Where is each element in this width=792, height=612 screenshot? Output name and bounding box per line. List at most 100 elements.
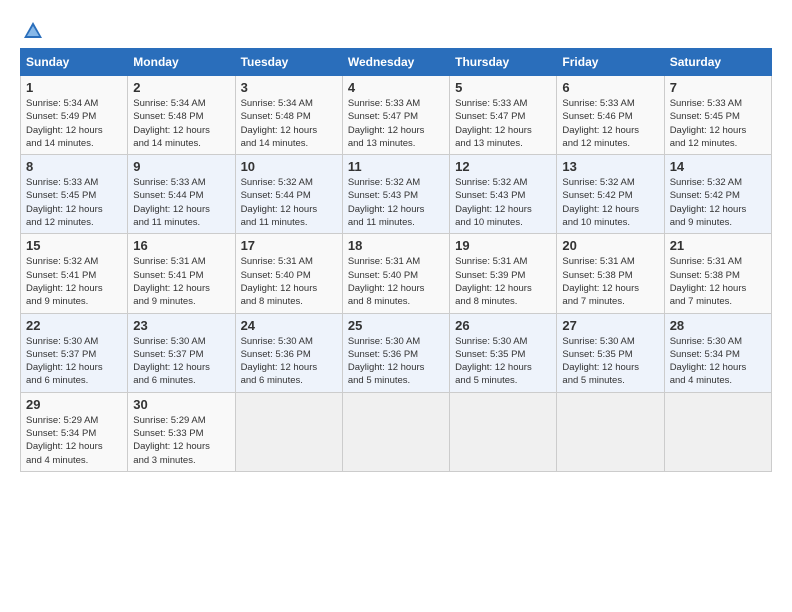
day-number: 6 xyxy=(562,80,658,95)
weekday-header-wednesday: Wednesday xyxy=(342,49,449,76)
day-number: 13 xyxy=(562,159,658,174)
day-number: 29 xyxy=(26,397,122,412)
day-info: Sunrise: 5:30 AMSunset: 5:36 PMDaylight:… xyxy=(241,335,337,388)
day-info: Sunrise: 5:33 AMSunset: 5:46 PMDaylight:… xyxy=(562,97,658,150)
calendar-cell: 9 Sunrise: 5:33 AMSunset: 5:44 PMDaylight… xyxy=(128,155,235,234)
day-number: 10 xyxy=(241,159,337,174)
calendar-cell: 28Sunrise: 5:30 AMSunset: 5:34 PMDayligh… xyxy=(664,313,771,392)
weekday-header-friday: Friday xyxy=(557,49,664,76)
day-info: Sunrise: 5:33 AMSunset: 5:45 PMDaylight:… xyxy=(26,176,122,229)
day-number: 5 xyxy=(455,80,551,95)
day-info: Sunrise: 5:33 AMSunset: 5:44 PMDaylight:… xyxy=(133,176,229,229)
calendar-cell: 2 Sunrise: 5:34 AMSunset: 5:48 PMDaylight… xyxy=(128,76,235,155)
day-number: 8 xyxy=(26,159,122,174)
day-info: Sunrise: 5:30 AMSunset: 5:37 PMDaylight:… xyxy=(133,335,229,388)
calendar-cell xyxy=(342,392,449,471)
weekday-row: SundayMondayTuesdayWednesdayThursdayFrid… xyxy=(21,49,772,76)
day-number: 1 xyxy=(26,80,122,95)
day-number: 22 xyxy=(26,318,122,333)
day-info: Sunrise: 5:33 AMSunset: 5:47 PMDaylight:… xyxy=(455,97,551,150)
day-number: 19 xyxy=(455,238,551,253)
day-number: 18 xyxy=(348,238,444,253)
day-info: Sunrise: 5:31 AMSunset: 5:38 PMDaylight:… xyxy=(670,255,766,308)
calendar-header: SundayMondayTuesdayWednesdayThursdayFrid… xyxy=(21,49,772,76)
calendar-cell: 23 Sunrise: 5:30 AMSunset: 5:37 PMDayligh… xyxy=(128,313,235,392)
day-number: 11 xyxy=(348,159,444,174)
calendar-cell: 25 Sunrise: 5:30 AMSunset: 5:36 PMDayligh… xyxy=(342,313,449,392)
weekday-header-sunday: Sunday xyxy=(21,49,128,76)
day-info: Sunrise: 5:30 AMSunset: 5:34 PMDaylight:… xyxy=(670,335,766,388)
day-info: Sunrise: 5:31 AMSunset: 5:38 PMDaylight:… xyxy=(562,255,658,308)
calendar-cell: 10 Sunrise: 5:32 AMSunset: 5:44 PMDayligh… xyxy=(235,155,342,234)
day-info: Sunrise: 5:34 AMSunset: 5:48 PMDaylight:… xyxy=(133,97,229,150)
day-number: 3 xyxy=(241,80,337,95)
calendar-cell: 29 Sunrise: 5:29 AMSunset: 5:34 PMDayligh… xyxy=(21,392,128,471)
day-info: Sunrise: 5:33 AMSunset: 5:45 PMDaylight:… xyxy=(670,97,766,150)
day-number: 27 xyxy=(562,318,658,333)
calendar-week-5: 29 Sunrise: 5:29 AMSunset: 5:34 PMDayligh… xyxy=(21,392,772,471)
day-number: 16 xyxy=(133,238,229,253)
day-info: Sunrise: 5:32 AMSunset: 5:42 PMDaylight:… xyxy=(562,176,658,229)
calendar-cell: 18 Sunrise: 5:31 AMSunset: 5:40 PMDayligh… xyxy=(342,234,449,313)
day-info: Sunrise: 5:31 AMSunset: 5:41 PMDaylight:… xyxy=(133,255,229,308)
day-info: Sunrise: 5:29 AMSunset: 5:34 PMDaylight:… xyxy=(26,414,122,467)
calendar-cell: 5 Sunrise: 5:33 AMSunset: 5:47 PMDaylight… xyxy=(450,76,557,155)
calendar-cell: 26 Sunrise: 5:30 AMSunset: 5:35 PMDayligh… xyxy=(450,313,557,392)
calendar-cell: 30Sunrise: 5:29 AMSunset: 5:33 PMDayligh… xyxy=(128,392,235,471)
logo-icon xyxy=(22,20,44,42)
day-info: Sunrise: 5:31 AMSunset: 5:39 PMDaylight:… xyxy=(455,255,551,308)
day-number: 21 xyxy=(670,238,766,253)
day-number: 12 xyxy=(455,159,551,174)
calendar-cell: 14Sunrise: 5:32 AMSunset: 5:42 PMDayligh… xyxy=(664,155,771,234)
calendar-cell: 17 Sunrise: 5:31 AMSunset: 5:40 PMDayligh… xyxy=(235,234,342,313)
day-number: 4 xyxy=(348,80,444,95)
day-info: Sunrise: 5:30 AMSunset: 5:35 PMDaylight:… xyxy=(562,335,658,388)
weekday-header-saturday: Saturday xyxy=(664,49,771,76)
calendar-table: SundayMondayTuesdayWednesdayThursdayFrid… xyxy=(20,48,772,472)
day-info: Sunrise: 5:32 AMSunset: 5:44 PMDaylight:… xyxy=(241,176,337,229)
day-info: Sunrise: 5:31 AMSunset: 5:40 PMDaylight:… xyxy=(241,255,337,308)
calendar-cell: 16 Sunrise: 5:31 AMSunset: 5:41 PMDayligh… xyxy=(128,234,235,313)
calendar-cell xyxy=(557,392,664,471)
day-info: Sunrise: 5:30 AMSunset: 5:35 PMDaylight:… xyxy=(455,335,551,388)
day-info: Sunrise: 5:32 AMSunset: 5:43 PMDaylight:… xyxy=(348,176,444,229)
day-info: Sunrise: 5:33 AMSunset: 5:47 PMDaylight:… xyxy=(348,97,444,150)
day-number: 15 xyxy=(26,238,122,253)
calendar-cell: 1 Sunrise: 5:34 AMSunset: 5:49 PMDaylight… xyxy=(21,76,128,155)
calendar-cell: 3 Sunrise: 5:34 AMSunset: 5:48 PMDaylight… xyxy=(235,76,342,155)
day-number: 26 xyxy=(455,318,551,333)
day-info: Sunrise: 5:34 AMSunset: 5:49 PMDaylight:… xyxy=(26,97,122,150)
day-number: 20 xyxy=(562,238,658,253)
day-number: 23 xyxy=(133,318,229,333)
day-info: Sunrise: 5:32 AMSunset: 5:41 PMDaylight:… xyxy=(26,255,122,308)
day-number: 24 xyxy=(241,318,337,333)
calendar-cell: 21 Sunrise: 5:31 AMSunset: 5:38 PMDayligh… xyxy=(664,234,771,313)
calendar-cell: 13 Sunrise: 5:32 AMSunset: 5:42 PMDayligh… xyxy=(557,155,664,234)
calendar-cell: 24 Sunrise: 5:30 AMSunset: 5:36 PMDayligh… xyxy=(235,313,342,392)
calendar-cell: 7Sunrise: 5:33 AMSunset: 5:45 PMDaylight… xyxy=(664,76,771,155)
day-number: 9 xyxy=(133,159,229,174)
weekday-header-tuesday: Tuesday xyxy=(235,49,342,76)
calendar-cell: 8 Sunrise: 5:33 AMSunset: 5:45 PMDaylight… xyxy=(21,155,128,234)
calendar-week-3: 15 Sunrise: 5:32 AMSunset: 5:41 PMDayligh… xyxy=(21,234,772,313)
day-info: Sunrise: 5:34 AMSunset: 5:48 PMDaylight:… xyxy=(241,97,337,150)
calendar-cell xyxy=(664,392,771,471)
weekday-header-monday: Monday xyxy=(128,49,235,76)
calendar-cell: 6 Sunrise: 5:33 AMSunset: 5:46 PMDaylight… xyxy=(557,76,664,155)
logo xyxy=(20,20,44,38)
day-info: Sunrise: 5:31 AMSunset: 5:40 PMDaylight:… xyxy=(348,255,444,308)
calendar-cell: 20 Sunrise: 5:31 AMSunset: 5:38 PMDayligh… xyxy=(557,234,664,313)
calendar-cell: 19 Sunrise: 5:31 AMSunset: 5:39 PMDayligh… xyxy=(450,234,557,313)
calendar-week-1: 1 Sunrise: 5:34 AMSunset: 5:49 PMDaylight… xyxy=(21,76,772,155)
calendar-week-4: 22 Sunrise: 5:30 AMSunset: 5:37 PMDayligh… xyxy=(21,313,772,392)
day-number: 2 xyxy=(133,80,229,95)
day-info: Sunrise: 5:29 AMSunset: 5:33 PMDaylight:… xyxy=(133,414,229,467)
calendar-cell: 15 Sunrise: 5:32 AMSunset: 5:41 PMDayligh… xyxy=(21,234,128,313)
day-number: 25 xyxy=(348,318,444,333)
day-number: 17 xyxy=(241,238,337,253)
calendar-cell xyxy=(235,392,342,471)
day-info: Sunrise: 5:30 AMSunset: 5:37 PMDaylight:… xyxy=(26,335,122,388)
day-info: Sunrise: 5:30 AMSunset: 5:36 PMDaylight:… xyxy=(348,335,444,388)
page-header xyxy=(20,20,772,38)
calendar-cell: 12Sunrise: 5:32 AMSunset: 5:43 PMDayligh… xyxy=(450,155,557,234)
